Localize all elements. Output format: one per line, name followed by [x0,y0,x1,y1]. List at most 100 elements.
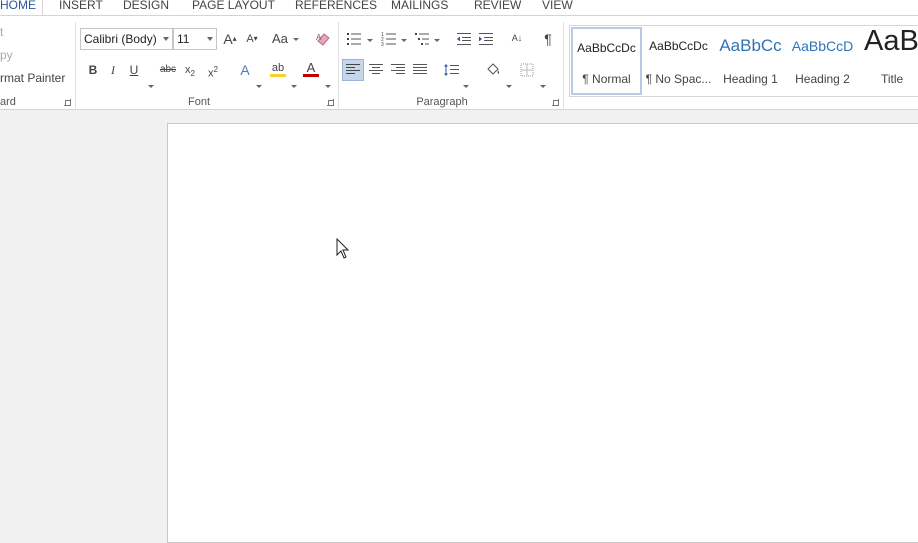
svg-text:A: A [316,33,322,42]
line-spacing-chevron-icon[interactable] [463,85,469,88]
style-title[interactable]: AaB Title [859,25,918,95]
bullets-chevron-icon[interactable] [367,39,373,42]
align-center-button[interactable] [367,59,385,81]
tab-view[interactable]: VIEW [542,0,573,12]
grow-font-button[interactable]: A▴ [221,28,239,50]
clear-formatting-button[interactable]: A [314,28,332,50]
align-left-button[interactable] [342,59,364,81]
shading-chevron-icon[interactable] [506,85,512,88]
style-sample: AaBbCcD [791,38,854,54]
style-no-spacing[interactable]: AaBbCcDc ¶ No Spac... [643,27,714,95]
mouse-pointer-icon [336,238,350,259]
numbering-button[interactable]: 1 2 3 [380,28,398,50]
font-color-button[interactable]: A [302,57,320,79]
paragraph-group-label: Paragraph [416,96,468,108]
eraser-icon: A [316,33,330,46]
strikethrough-button[interactable]: abc [159,59,177,81]
tab-insert[interactable]: INSERT [59,0,103,12]
chevron-down-icon [207,37,213,41]
paragraph-dialog-launcher-icon[interactable] [552,99,559,106]
bullets-button[interactable] [345,28,363,50]
sort-icon: A↓ [511,33,523,43]
change-case-button[interactable]: Aa [272,28,299,50]
group-divider [338,22,339,110]
multilevel-list-button[interactable] [413,28,431,50]
tab-review[interactable]: REVIEW [474,0,521,12]
font-color-chevron-icon[interactable] [325,85,331,88]
group-divider [563,22,564,110]
svg-text:3: 3 [381,42,384,47]
shrink-font-button[interactable]: A▾ [243,28,261,50]
underline-options-chevron-icon[interactable] [148,85,154,88]
text-effects-chevron-icon[interactable] [256,85,262,88]
grow-font-icon: A [223,31,233,47]
italic-button[interactable]: I [104,59,122,81]
chevron-down-icon [293,38,299,41]
numbering-chevron-icon[interactable] [401,39,407,42]
paint-bucket-icon [487,63,500,75]
tab-page-layout[interactable]: PAGE LAYOUT [192,0,275,12]
tab-mailings[interactable]: MAILINGS [391,0,448,12]
align-left-icon [346,64,360,74]
subscript-button[interactable]: x2 [181,59,199,81]
document-page[interactable] [167,123,918,543]
shading-button[interactable] [484,59,502,81]
tab-home[interactable]: HOME [0,0,36,12]
clipboard-dialog-launcher-icon[interactable] [64,99,71,106]
borders-button[interactable] [518,59,536,81]
tab-design[interactable]: DESIGN [123,0,169,12]
text-effects-button[interactable]: A [236,59,254,81]
numbering-icon: 1 2 3 [381,32,396,48]
superscript-button[interactable]: x2 [204,59,222,81]
tab-references[interactable]: REFERENCES [295,0,377,12]
style-name: ¶ No Spac... [645,72,712,86]
line-spacing-button[interactable] [443,59,461,81]
subscript-mark: 2 [190,69,195,79]
style-sample: AaBbCcDc [577,41,636,55]
align-right-button[interactable] [389,59,407,81]
underline-button[interactable]: U [125,59,143,81]
increase-indent-icon [479,33,493,45]
borders-icon [520,63,534,77]
superscript-mark: 2 [213,65,218,74]
sort-button[interactable]: A↓ [508,28,526,50]
style-heading-2[interactable]: AaBbCcD Heading 2 [787,27,858,95]
change-case-icon: Aa [272,31,288,46]
font-size-dropdown[interactable]: 11 [173,28,217,50]
document-workspace [0,111,918,543]
highlight-chevron-icon[interactable] [291,85,297,88]
align-right-icon [391,64,405,74]
decrease-indent-button[interactable] [455,28,473,50]
style-name: Heading 1 [723,72,778,86]
highlighter-icon: ab [271,62,285,74]
text-highlight-button[interactable]: ab [268,57,288,79]
format-painter-button[interactable]: rmat Painter [0,71,65,85]
style-heading-1[interactable]: AaBbCc Heading 1 [715,27,786,95]
bold-button[interactable]: B [84,59,102,81]
style-name: ¶ Normal [582,72,631,86]
copy-button[interactable]: py [0,48,13,62]
font-name-dropdown[interactable]: Calibri (Body) [80,28,173,50]
multilevel-chevron-icon[interactable] [434,39,440,42]
ribbon: t py rmat Painter ard Calibri (Body) 11 … [0,15,918,110]
font-dialog-launcher-icon[interactable] [327,99,334,106]
style-normal[interactable]: AaBbCcDc ¶ Normal [571,27,642,95]
font-color-icon: A [306,60,316,75]
clipboard-group-label: ard [0,96,16,108]
multilevel-list-icon [415,33,429,45]
ribbon-tab-bar: HOME INSERT DESIGN PAGE LAYOUT REFERENCE… [0,0,918,16]
style-sample: AaB [864,25,918,57]
justify-icon [413,64,427,74]
line-spacing-icon [444,64,459,76]
borders-chevron-icon[interactable] [540,85,546,88]
increase-indent-button[interactable] [477,28,495,50]
show-formatting-marks-button[interactable]: ¶ [539,28,557,50]
cut-button[interactable]: t [0,25,3,39]
style-sample: AaBbCc [719,36,782,55]
style-name: Title [881,72,904,86]
bullets-icon [347,33,361,45]
font-group-label: Font [187,96,210,108]
style-sample: AaBbCcDc [649,39,708,53]
shrink-font-icon: A [246,33,254,45]
justify-button[interactable] [411,59,429,81]
